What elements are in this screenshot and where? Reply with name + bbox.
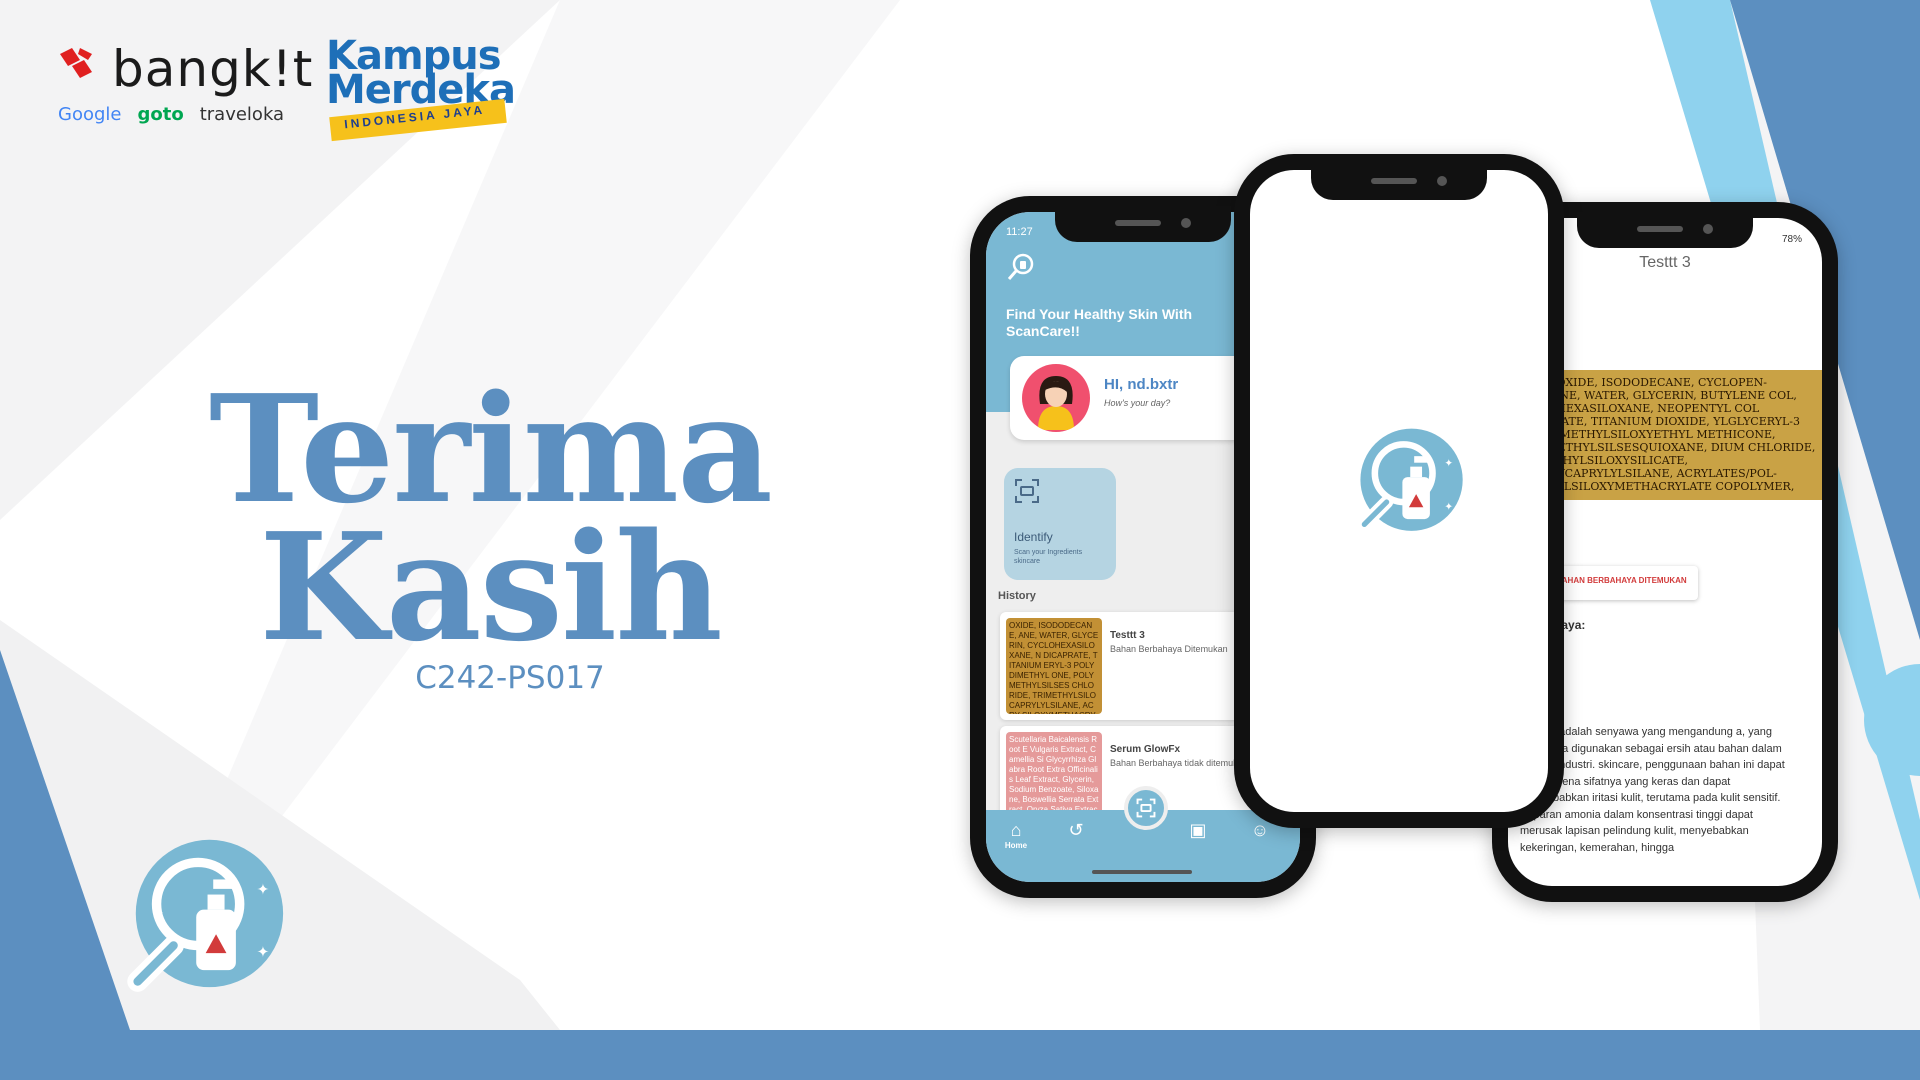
svg-text:✦: ✦ (1444, 502, 1453, 513)
bangkit-wordmark: bangk!t (112, 40, 314, 98)
history-icon: ↺ (1068, 820, 1084, 840)
history-item-status: Bahan Berbahaya Ditemukan (1110, 644, 1228, 654)
scan-icon (1136, 798, 1156, 818)
history-item-status: Bahan Berbahaya tidak ditemukan (1110, 758, 1248, 768)
google-logo: Google (58, 104, 122, 125)
home-indicator (1092, 870, 1192, 874)
identify-label: Identify (1014, 530, 1053, 544)
history-item-name: Serum GlowFx (1110, 744, 1181, 755)
svg-text:✦: ✦ (1372, 474, 1380, 484)
scan-icon (1015, 479, 1039, 503)
nav-bookmark[interactable]: ▣ (1178, 820, 1218, 841)
svg-text:✦: ✦ (153, 905, 164, 920)
identify-subtitle: Scan your Ingredients skincare (1014, 549, 1083, 565)
scancare-logo-icon: ✦ ✦ ✦ (1357, 428, 1463, 531)
title-line-2: Kasih (259, 500, 723, 674)
bottom-nav: ⌂ Home ↺ ▣ ☺ (986, 786, 1300, 882)
avatar (1022, 364, 1090, 432)
identify-card[interactable]: Identify Scan your Ingredients skincare (1004, 468, 1116, 580)
warning-label: BAHAN BERBAHAYA DITEMUKAN (1556, 576, 1687, 585)
woman-avatar-icon (1038, 376, 1074, 430)
bangkit-logo: bangk!t Google goto traveloka (58, 40, 312, 136)
history-thumbnail: OXIDE, ISODODECANE, ANE, WATER, GLYCERIN… (1006, 618, 1102, 714)
nav-home[interactable]: ⌂ Home (996, 820, 1036, 850)
thank-you-title: Terima Kasih (180, 362, 800, 674)
profile-icon: ☺ (1250, 820, 1270, 840)
greeting-subtitle: How's your day? (1104, 398, 1171, 408)
phone-notch (1311, 164, 1487, 200)
kampus-merdeka-logo: Kampus Merdeka INDONESIA JAYA (326, 36, 516, 142)
title-line-1: Terima (208, 362, 773, 536)
phone-notch (1055, 206, 1231, 242)
svg-text:✦: ✦ (1444, 459, 1453, 470)
splash-screen: ✦ ✦ ✦ (1250, 170, 1548, 812)
scancare-large-logo-icon: ✦ ✦ ✦ (127, 839, 284, 992)
home-icon: ⌂ (1010, 820, 1022, 840)
scancare-small-icon (1007, 253, 1034, 280)
home-tagline: Find Your Healthy Skin With ScanCare!! (1006, 306, 1193, 339)
team-code: C242-PS017 (415, 660, 605, 696)
nav-home-label: Home (1004, 841, 1028, 850)
history-item-name: Testtt 3 (1110, 630, 1145, 641)
svg-text:✦: ✦ (257, 944, 270, 961)
traveloka-logo: traveloka (199, 104, 285, 125)
status-time: 11:27 (1006, 226, 1033, 238)
phone-notch (1577, 212, 1753, 248)
phone-splash-mockup: ✦ ✦ ✦ (1234, 154, 1564, 828)
status-battery: 78% (1781, 234, 1802, 245)
history-label: History (998, 590, 1036, 602)
svg-text:✦: ✦ (257, 882, 270, 899)
nav-history[interactable]: ↺ (1056, 820, 1096, 841)
greeting-name: HI, nd.bxtr (1104, 376, 1179, 393)
scan-fab-button[interactable] (1124, 786, 1168, 830)
partner-logos: Google goto traveloka (58, 104, 284, 125)
bookmark-icon: ▣ (1189, 820, 1207, 840)
bangkit-mark-icon (60, 48, 92, 78)
goto-logo: goto (137, 104, 184, 125)
